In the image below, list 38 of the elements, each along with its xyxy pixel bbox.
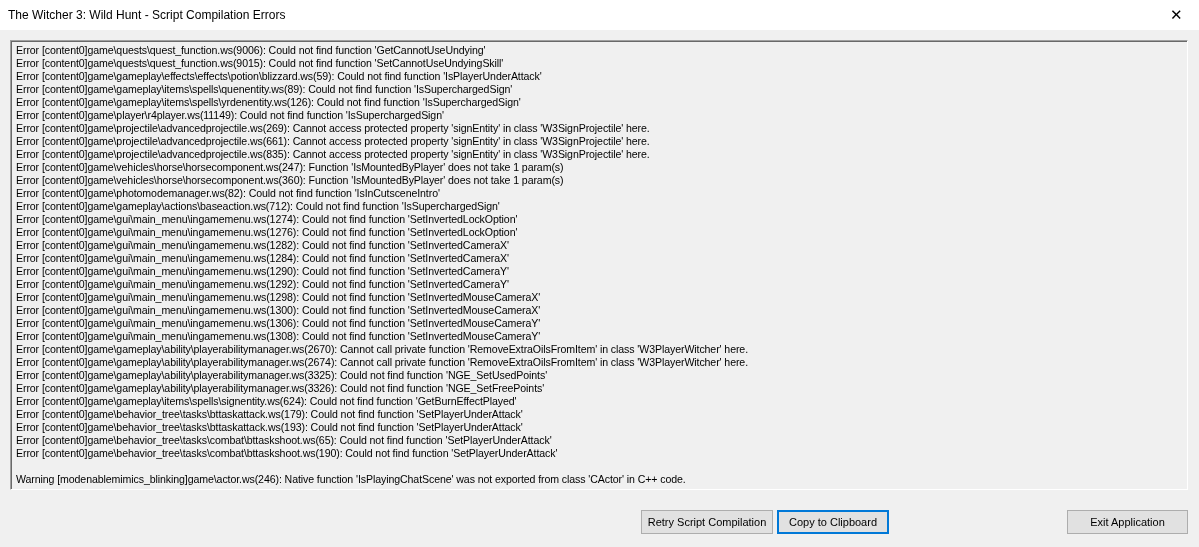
- error-line: Error [content0]game\gameplay\items\spells\yrdenentity.ws(126): Could not find function 'IsSuperchargedSign': [16, 96, 522, 109]
- error-line: Error [content0]game\gui\main_menu\ingamemenu.ws(1300): Could not find function 'SetInvertedMouseCameraX': [16, 304, 542, 317]
- error-line: Error [content0]game\gameplay\ability\playerabilitymanager.ws(2674): Cannot call private function 'RemoveExtraOilsFromItem' in class 'W3PlayerWitcher' here.: [16, 356, 749, 369]
- error-line: Error [content0]game\gui\main_menu\ingamemenu.ws(1292): Could not find function 'SetInvertedCameraY': [16, 278, 510, 291]
- error-line: Error [content0]game\behavior_tree\tasks\combat\bttaskshoot.ws(190): Could not find function 'SetPlayerUnderAttack': [16, 447, 559, 460]
- warning-line: Warning [modenablemimics_blinking]game\actor.ws(246): Native function 'IsPlayingChatScene' was not exported from class 'CActor' in C++ code.: [16, 473, 687, 486]
- error-line: Error [content0]game\gui\main_menu\ingamemenu.ws(1282): Could not find function 'SetInvertedCameraX': [16, 239, 510, 252]
- window-title: The Witcher 3: Wild Hunt - Script Compilation Errors: [8, 8, 286, 22]
- error-line: Error [content0]game\projectile\advancedprojectile.ws(269): Cannot access protected property 'signEntity' in class 'W3SignProjectile' here.: [16, 122, 651, 135]
- error-line: Error [content0]game\gameplay\effects\effects\potion\blizzard.ws(59): Could not find function 'IsPlayerUnderAttack': [16, 70, 543, 83]
- error-line: Error [content0]game\gui\main_menu\ingamemenu.ws(1290): Could not find function 'SetInvertedCameraY': [16, 265, 510, 278]
- error-line: Error [content0]game\projectile\advancedprojectile.ws(835): Cannot access protected property 'signEntity' in class 'W3SignProjectile' here.: [16, 148, 651, 161]
- error-line: Error [content0]game\gui\main_menu\ingamemenu.ws(1308): Could not find function 'SetInvertedMouseCameraY': [16, 330, 542, 343]
- error-line: Error [content0]game\quests\quest_function.ws(9006): Could not find function 'GetCannotUseUndying': [16, 44, 487, 57]
- error-line: Error [content0]game\gameplay\items\spells\signentity.ws(624): Could not find function 'GetBurnEffectPlayed': [16, 395, 518, 408]
- error-line: Error [content0]game\gui\main_menu\ingamemenu.ws(1298): Could not find function 'SetInvertedMouseCameraX': [16, 291, 542, 304]
- error-line: Error [content0]game\vehicles\horse\horsecomponent.ws(360): Function 'IsMountedByPlayer' does not take 1 param(s): [16, 174, 565, 187]
- error-line: Error [content0]game\quests\quest_function.ws(9015): Could not find function 'SetCannotUseUndyingSkill': [16, 57, 505, 70]
- error-line: Error [content0]game\behavior_tree\tasks\bttaskattack.ws(193): Could not find function 'SetPlayerUnderAttack': [16, 421, 524, 434]
- error-line: Error [content0]game\gameplay\actions\baseaction.ws(712): Could not find function 'IsSuperchargedSign': [16, 200, 501, 213]
- error-line: Error [content0]game\behavior_tree\tasks\combat\bttaskshoot.ws(65): Could not find function 'SetPlayerUnderAttack': [16, 434, 553, 447]
- error-line: Error [content0]game\behavior_tree\tasks\bttaskattack.ws(179): Could not find function 'SetPlayerUnderAttack': [16, 408, 524, 421]
- error-line: Error [content0]game\player\r4player.ws(11149): Could not find function 'IsSuperchargedSign': [16, 109, 445, 122]
- error-line: Error [content0]game\photomodemanager.ws(82): Could not find function 'IsInCutsceneIntro': [16, 187, 441, 200]
- error-line: Error [content0]game\gui\main_menu\ingamemenu.ws(1284): Could not find function 'SetInvertedCameraX': [16, 252, 510, 265]
- error-line: Error [content0]game\gameplay\items\spells\quenentity.ws(89): Could not find function 'IsSuperchargedSign': [16, 83, 514, 96]
- error-line: Error [content0]game\vehicles\horse\horsecomponent.ws(247): Function 'IsMountedByPlayer' does not take 1 param(s): [16, 161, 565, 174]
- dialog-button[interactable]: Retry Script Compilation: [641, 510, 773, 534]
- error-line: Error [content0]game\projectile\advancedprojectile.ws(661): Cannot access protected property 'signEntity' in class 'W3SignProjectile' here.: [16, 135, 651, 148]
- error-line: Error [content0]game\gui\main_menu\ingamemenu.ws(1274): Could not find function 'SetInvertedLockOption': [16, 213, 519, 226]
- error-line: Error [content0]game\gameplay\ability\playerabilitymanager.ws(3326): Could not find function 'NGE_SetFreePoints': [16, 382, 546, 395]
- close-button[interactable]: ✕: [1153, 0, 1199, 30]
- dialog-button[interactable]: Copy to Clipboard: [777, 510, 889, 534]
- dialog-button[interactable]: Exit Application: [1067, 510, 1188, 534]
- error-line: Error [content0]game\gameplay\ability\playerabilitymanager.ws(2670): Cannot call private function 'RemoveExtraOilsFromItem' in class 'W3PlayerWitcher' here.: [16, 343, 749, 356]
- error-line: Error [content0]game\gameplay\ability\playerabilitymanager.ws(3325): Could not find function 'NGE_SetUsedPoints': [16, 369, 549, 382]
- error-line: Error [content0]game\gui\main_menu\ingamemenu.ws(1276): Could not find function 'SetInvertedLockOption': [16, 226, 519, 239]
- error-line: Error [content0]game\gui\main_menu\ingamemenu.ws(1306): Could not find function 'SetInvertedMouseCameraY': [16, 317, 542, 330]
